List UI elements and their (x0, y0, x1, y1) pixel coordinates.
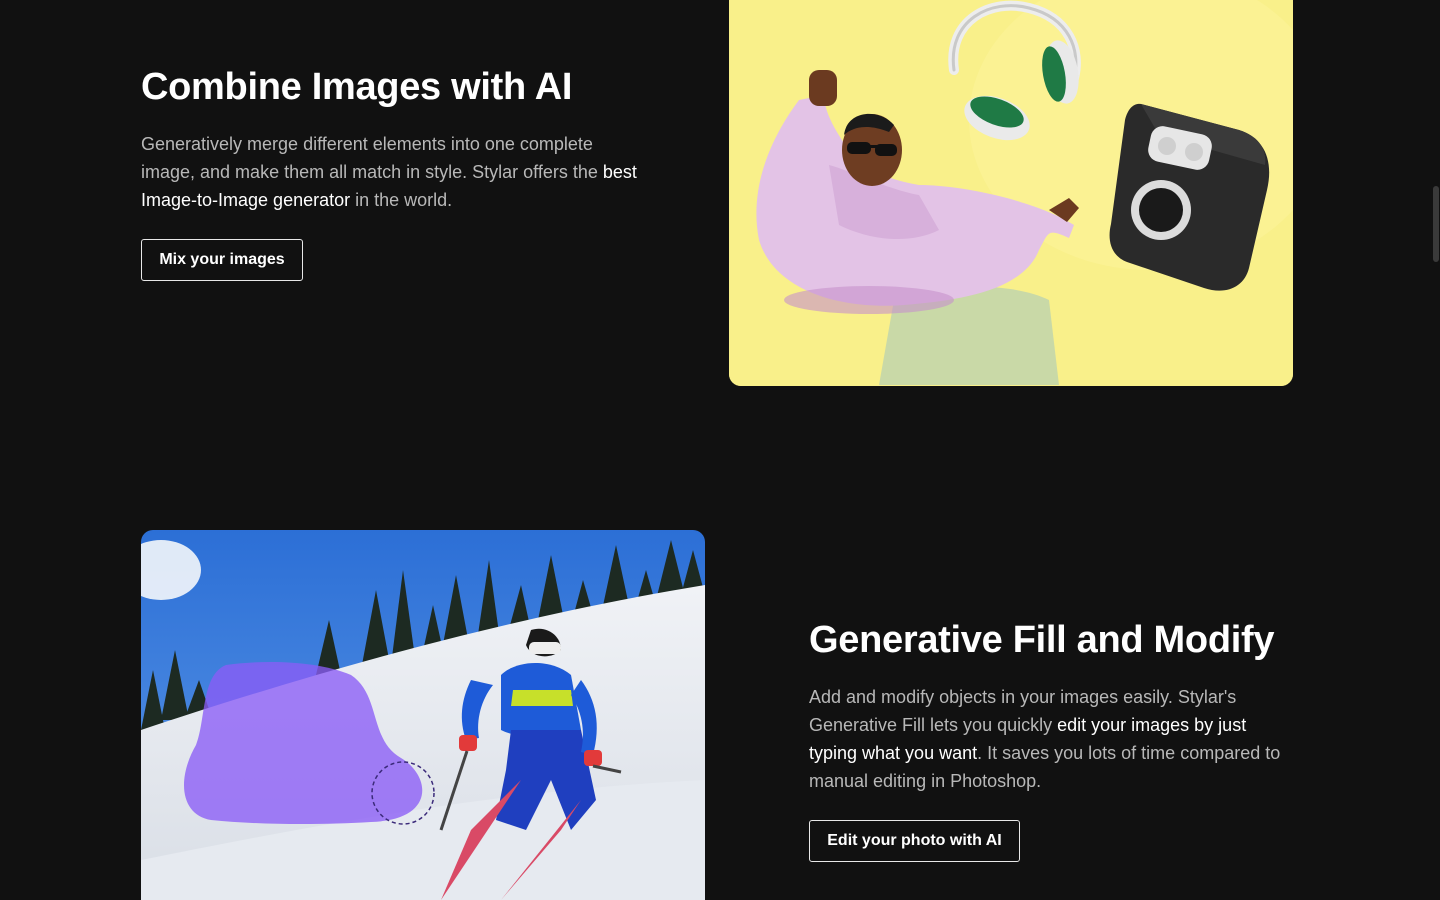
section-description-combine-images: Generatively merge different elements in… (141, 130, 641, 214)
generative-fill-illustration (141, 530, 705, 900)
page: Combine Images with AI Generatively merg… (0, 0, 1440, 900)
mix-your-images-button[interactable]: Mix your images (141, 239, 303, 281)
section-title-generative-fill: Generative Fill and Modify (809, 619, 1275, 661)
combine-images-illustration (729, 0, 1293, 386)
description-text: Generatively merge different elements in… (141, 134, 603, 182)
scrollbar-thumb[interactable] (1433, 186, 1439, 262)
section-title-combine-images: Combine Images with AI (141, 66, 573, 108)
edit-your-photo-with-ai-button[interactable]: Edit your photo with AI (809, 820, 1020, 862)
description-text: in the world. (350, 190, 453, 210)
section-description-generative-fill: Add and modify objects in your images ea… (809, 683, 1289, 795)
